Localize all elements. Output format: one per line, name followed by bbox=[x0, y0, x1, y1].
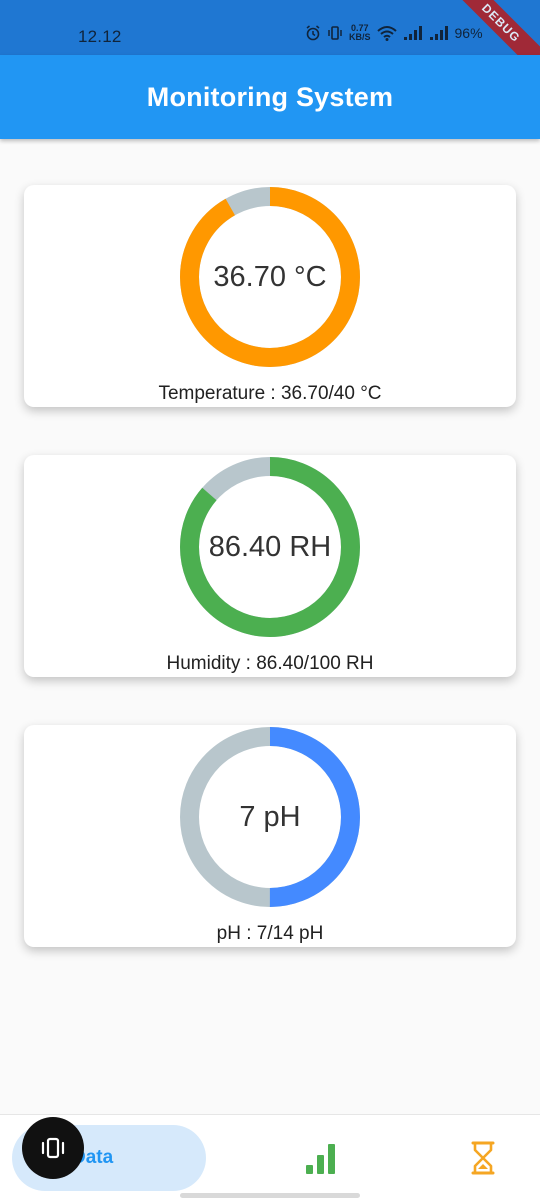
ph-value: 7 pH bbox=[239, 800, 301, 833]
gesture-bar[interactable] bbox=[180, 1193, 360, 1198]
alarm-icon bbox=[306, 25, 320, 41]
humidity-card: 86.40 RH Humidity : 86.40/100 RH bbox=[24, 455, 516, 677]
app-bar: Monitoring System bbox=[0, 55, 540, 139]
humidity-value: 86.40 RH bbox=[208, 530, 332, 563]
screen-recorder-button[interactable] bbox=[22, 1117, 84, 1179]
vibrate-icon bbox=[328, 26, 342, 40]
net-speed: 0.77 KB/S bbox=[349, 23, 371, 42]
vibrate-icon bbox=[41, 1137, 65, 1159]
humidity-caption: Humidity : 86.40/100 RH bbox=[166, 653, 374, 674]
status-bar: 12.12 0.77 KB/S 96% DEBUG bbox=[0, 0, 540, 84]
wifi-icon bbox=[376, 26, 397, 41]
signal-icon-2 bbox=[429, 26, 448, 40]
ph-caption: pH : 7/14 pH bbox=[216, 923, 324, 944]
hourglass-icon[interactable] bbox=[470, 1141, 496, 1175]
status-time: 12.12 bbox=[78, 27, 122, 46]
temperature-card: 36.70 °C Temperature : 36.70/40 °C bbox=[24, 185, 516, 407]
signal-icon-1 bbox=[403, 26, 422, 40]
ph-card: 7 pH pH : 7/14 pH bbox=[24, 725, 516, 947]
signal-bars-icon[interactable] bbox=[304, 1141, 338, 1175]
temperature-value: 36.70 °C bbox=[213, 260, 327, 293]
temperature-caption: Temperature : 36.70/40 °C bbox=[158, 383, 382, 404]
app-title: Monitoring System bbox=[146, 81, 394, 112]
status-icons: 0.77 KB/S 96% bbox=[305, 24, 483, 42]
battery-percent: 96% bbox=[454, 25, 483, 41]
